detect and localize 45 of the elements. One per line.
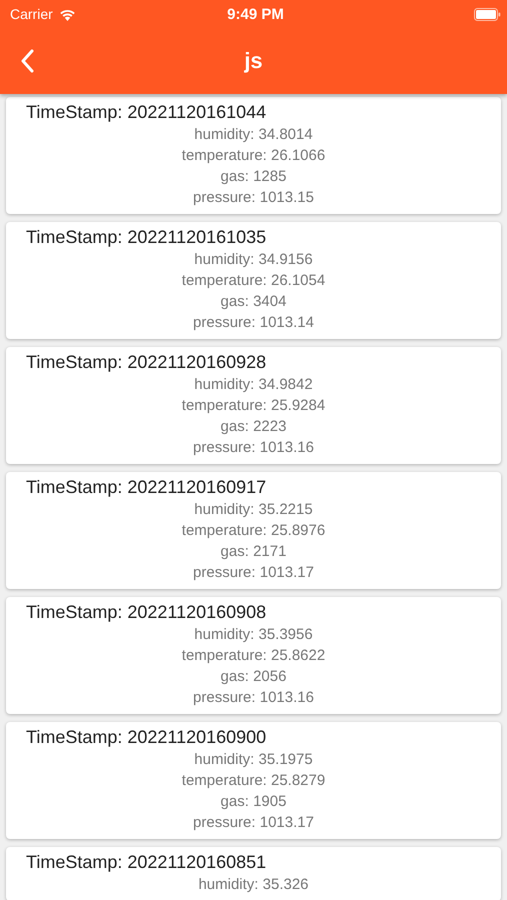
wifi-icon [58,8,76,20]
reading-label: humidity: 35.1975 [194,750,313,770]
record-card[interactable]: TimeStamp: 20221120161035 humidity: 34.9156 temperature: 26.1054 gas: 3404 pressure: 1013.14 [6,222,501,339]
record-card[interactable]: TimeStamp: 20221120160917 humidity: 35.2215 temperature: 25.8976 gas: 2171 pressure: 1013.17 [6,472,501,589]
timestamp-label: TimeStamp: 20221120161044 [25,101,266,124]
reading-label: humidity: 34.9156 [194,250,313,270]
reading-label: gas: 1905 [220,792,286,812]
reading-label: humidity: 34.8014 [194,125,313,145]
reading-label: pressure: 1013.17 [193,563,314,583]
screen-title: js [243,48,264,74]
record-card[interactable]: TimeStamp: 20221120160851 humidity: 35.326 [6,847,501,900]
chevron-left-icon [20,49,34,73]
carrier-label: Carrier [10,6,53,22]
reading-label: gas: 2056 [220,667,286,687]
reading-label: gas: 2223 [220,417,286,437]
timestamp-label: TimeStamp: 20221120160928 [25,351,266,374]
reading-label: pressure: 1013.16 [193,438,314,458]
timestamp-label: TimeStamp: 20221120160900 [25,726,266,749]
timestamp-label: TimeStamp: 20221120160851 [25,851,266,874]
timestamp-label: TimeStamp: 20221120160908 [25,601,266,624]
reading-label: humidity: 35.3956 [194,625,313,645]
timestamp-label: TimeStamp: 20221120160917 [25,476,266,499]
reading-label: temperature: 26.1066 [182,146,326,166]
reading-label: gas: 3404 [220,292,286,312]
reading-label: gas: 1285 [220,167,286,187]
reading-label: pressure: 1013.15 [193,188,314,208]
reading-label: humidity: 35.326 [198,875,309,895]
record-card[interactable]: TimeStamp: 20221120160928 humidity: 34.9842 temperature: 25.9284 gas: 2223 pressure: 1013.16 [6,347,501,464]
reading-label: temperature: 25.8976 [182,521,326,541]
record-card[interactable]: TimeStamp: 20221120160900 humidity: 35.1975 temperature: 25.8279 gas: 1905 pressure: 1013.17 [6,722,501,839]
record-card[interactable]: TimeStamp: 20221120161044 humidity: 34.8014 temperature: 26.1066 gas: 1285 pressure: 1013.15 [6,97,501,214]
reading-label: humidity: 35.2215 [194,500,313,520]
reading-label: temperature: 25.9284 [182,396,326,416]
reading-label: temperature: 26.1054 [182,271,326,291]
reading-label: pressure: 1013.17 [193,813,314,833]
clock-time: 9:49 PM [227,6,284,22]
reading-label: gas: 2171 [220,542,286,562]
reading-label: pressure: 1013.14 [193,313,314,333]
reading-label: humidity: 34.9842 [194,375,313,395]
record-card[interactable]: TimeStamp: 20221120160908 humidity: 35.3956 temperature: 25.8622 gas: 2056 pressure: 1013.16 [6,597,501,714]
reading-label: temperature: 25.8622 [182,646,326,666]
timestamp-label: TimeStamp: 20221120161035 [25,226,266,249]
reading-label: pressure: 1013.16 [193,688,314,708]
reading-label: temperature: 25.8279 [182,771,326,791]
battery-icon [474,8,501,20]
